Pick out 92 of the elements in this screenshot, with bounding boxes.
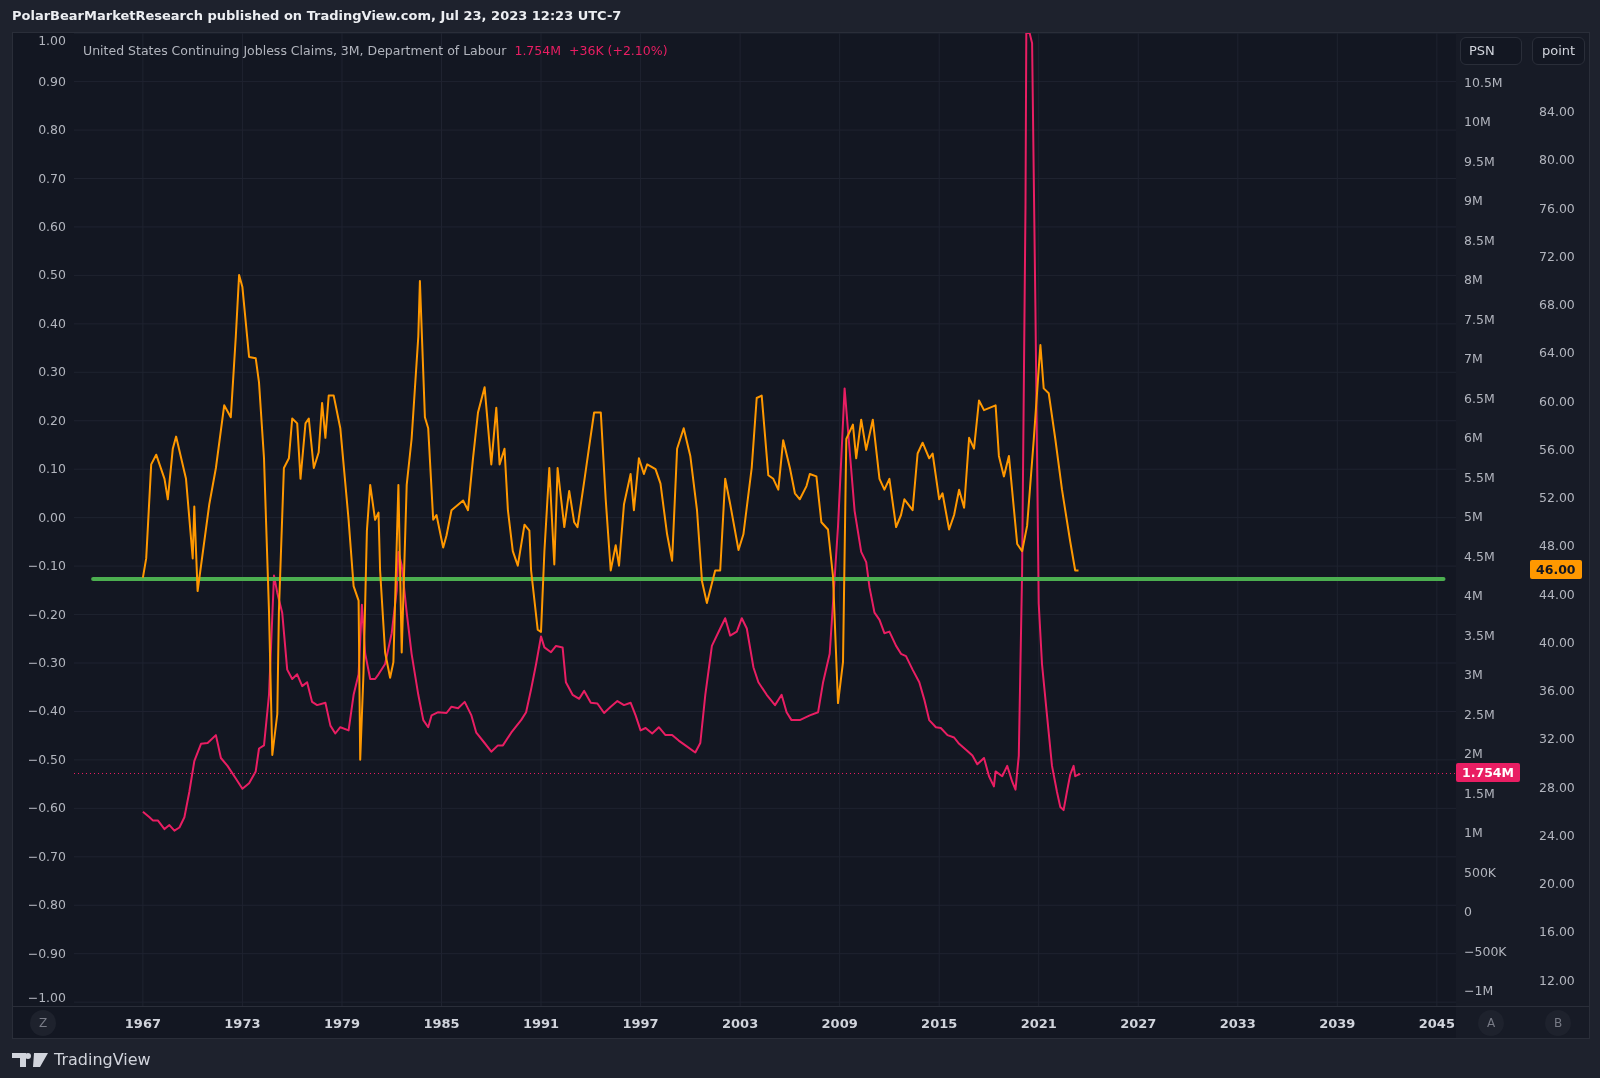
axis-label: 44.00 (1539, 586, 1575, 603)
axis-label: 84.00 (1539, 104, 1575, 121)
axis-label: 2021 (1020, 1015, 1057, 1033)
axis-label: −1M (1464, 983, 1494, 999)
axis-label: 1M (1464, 825, 1483, 842)
price-tag: 46.00 (1530, 560, 1582, 580)
axis-label: 2009 (821, 1015, 858, 1033)
axis-label: 0.10 (38, 461, 66, 478)
axis-label: 5.5M (1464, 469, 1495, 486)
axis-label: 9M (1464, 193, 1483, 210)
scale-button[interactable]: point (1532, 37, 1585, 65)
axis-label: 8.5M (1464, 232, 1495, 249)
legend-value: 1.754M (514, 42, 561, 60)
axis-label: 3.5M (1464, 627, 1495, 644)
axis-label: 10M (1464, 114, 1491, 131)
scale-button[interactable]: A (1478, 1010, 1504, 1036)
axis-label: 80.00 (1539, 152, 1575, 169)
axis-label: 0.40 (38, 315, 66, 332)
axis-label: −0.40 (27, 703, 66, 720)
axis-label: 12.00 (1539, 972, 1575, 989)
axis-label: 72.00 (1539, 248, 1575, 265)
axis-label: 500K (1464, 864, 1497, 881)
axis-label: 1973 (224, 1015, 261, 1033)
axis-label: 8M (1464, 272, 1483, 289)
axis-label: 7M (1464, 351, 1483, 368)
axis-label: 7.5M (1464, 311, 1495, 328)
axis-label: −0.50 (27, 751, 66, 768)
axis-label: 0.90 (38, 73, 66, 90)
axis-label: 1.5M (1464, 785, 1495, 802)
axis-label: 2027 (1120, 1015, 1157, 1033)
axis-label: 2015 (921, 1015, 958, 1033)
axis-label: 4M (1464, 588, 1483, 605)
axis-label: 0.80 (38, 122, 66, 139)
logo-icon (12, 1051, 48, 1068)
axis-label: 5M (1464, 509, 1483, 526)
axis-label: 3M (1464, 667, 1483, 684)
trend-line[interactable] (91, 576, 1446, 581)
axis-label: 0.20 (38, 412, 66, 429)
scale-button[interactable]: B (1545, 1010, 1571, 1036)
legend-change: +36K (+2.10%) (569, 42, 668, 60)
axis-label: 64.00 (1539, 345, 1575, 362)
axis-label: 56.00 (1539, 441, 1575, 458)
axis-label: −0.90 (27, 945, 66, 962)
axis-label: −0.70 (27, 848, 66, 865)
publish-info: PolarBearMarketResearch published on TradingView.com, Jul 23, 2023 12:23 UTC-7 (11, 7, 623, 25)
axis-label: 0 (1464, 904, 1472, 920)
axis-label: 16.00 (1539, 924, 1575, 941)
axis-label: 1997 (622, 1015, 659, 1033)
axis-label: 32.00 (1539, 731, 1575, 748)
axis-label: 68.00 (1539, 297, 1575, 314)
axis-label: 0.70 (38, 170, 66, 187)
axis-label: 24.00 (1539, 827, 1575, 844)
axis-label: −0.80 (27, 897, 66, 914)
axis-label: 76.00 (1539, 200, 1575, 217)
axis-label: 20.00 (1539, 876, 1575, 893)
axis-label: 2003 (722, 1015, 759, 1033)
axis-label: −1.00 (27, 990, 66, 1006)
axis-label: 36.00 (1539, 683, 1575, 700)
axis-label: 1967 (124, 1015, 161, 1033)
axis-label: 10.5M (1464, 74, 1503, 91)
axis-label: 0.60 (38, 218, 66, 235)
axis-label: 1.00 (38, 33, 66, 49)
axis-label: 28.00 (1539, 779, 1575, 796)
price-tag: 1.754M (1456, 763, 1520, 783)
axis-label: 1991 (522, 1015, 560, 1033)
axis-label: −0.10 (27, 558, 66, 575)
axis-label: 40.00 (1539, 634, 1575, 651)
axis-label: 0.30 (38, 364, 66, 381)
legend-title: United States Continuing Jobless Claims, 3M, Department of Labour (83, 42, 507, 60)
brand-name: TradingView (54, 1048, 151, 1071)
axis-label: 6M (1464, 430, 1483, 447)
axis-label: −500K (1464, 943, 1507, 960)
axis-label: −0.30 (27, 655, 66, 671)
axis-label: 9.5M (1464, 153, 1495, 170)
axis-label: 0.00 (38, 509, 66, 526)
axis-label: 1979 (323, 1015, 361, 1033)
scale-button[interactable]: PSN (1460, 37, 1522, 65)
axis-label: 0.50 (38, 267, 66, 284)
axis-label: 4.5M (1464, 548, 1495, 565)
axis-label: 2M (1464, 746, 1483, 763)
axis-label: 2045 (1418, 1015, 1455, 1033)
axis-label: 60.00 (1539, 393, 1575, 410)
axis-label: 6.5M (1464, 390, 1495, 407)
scale-button[interactable]: Z (30, 1010, 56, 1036)
axis-label: 2033 (1219, 1015, 1256, 1033)
axis-label: −0.60 (27, 800, 66, 817)
axis-label: 1985 (423, 1015, 460, 1033)
axis-label: 2.5M (1464, 706, 1495, 723)
axis-label: 48.00 (1539, 538, 1575, 555)
axis-label: 52.00 (1539, 490, 1575, 507)
axis-label: 2039 (1319, 1015, 1356, 1033)
axis-label: −0.20 (27, 606, 66, 623)
